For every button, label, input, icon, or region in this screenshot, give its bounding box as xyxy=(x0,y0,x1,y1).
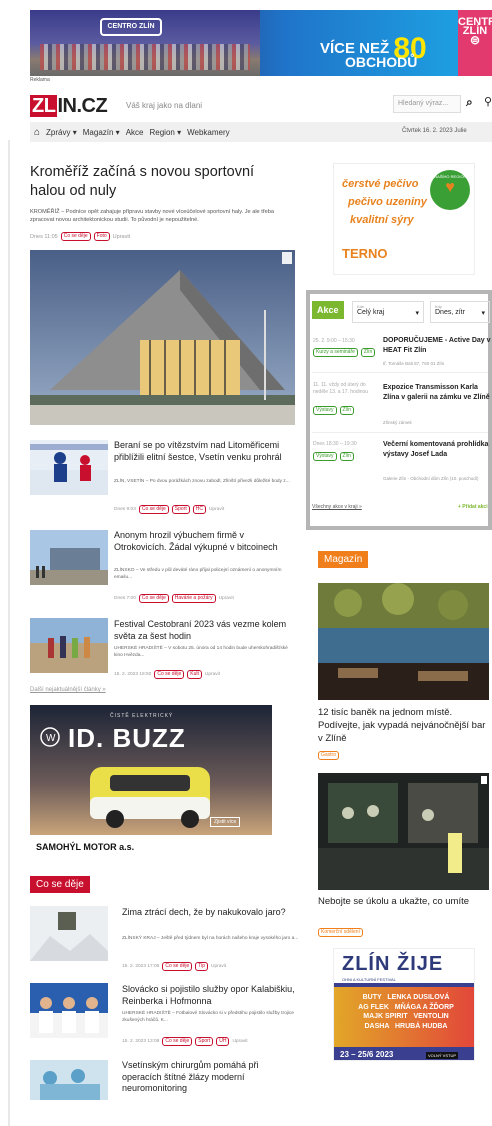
edit-link[interactable]: Upravit xyxy=(211,964,226,969)
article-perex: UHERSKÉ HRADIŠTĚ – Fotbalové Slovácko si… xyxy=(122,1011,294,1023)
dealer-name: SAMOHÝL MOTOR a.s. xyxy=(36,842,135,852)
article-title[interactable]: Beraní se po vítězstvím nad Litoměřicemi… xyxy=(114,440,294,463)
ad-label: Reklama xyxy=(30,77,50,83)
article-perex: ZLÍNSKO – Ve středu v půl deváté ráno př… xyxy=(114,568,282,580)
nav-akce[interactable]: Akce xyxy=(126,128,144,137)
event-tags: Výstavy Zlín xyxy=(313,406,354,415)
article-title[interactable]: Vsetínským chirurgům pomáhá při operacíc… xyxy=(122,1060,292,1095)
event-title[interactable]: Večerní komentovaná prohlídka výstavy Jo… xyxy=(383,440,491,460)
article-image-surgery[interactable] xyxy=(30,1060,108,1100)
nav-region[interactable]: Region ▾ xyxy=(149,128,181,137)
article-meta: Dnes 7:00 Co se děje Havárie a požáry Uprav… xyxy=(114,594,234,603)
main-article-title[interactable]: Kroměříž začíná s novou sportovní halou … xyxy=(30,163,292,201)
centro-zlin-badge: CENTROZLÍN⊜ xyxy=(458,10,492,76)
article-title[interactable]: Slovácko si pojistilo služby opor Kalabi… xyxy=(122,984,302,1007)
festival-label: VOLNÝ VSTUP xyxy=(426,1052,459,1059)
section-heading-co-se-deje[interactable]: Co se děje xyxy=(30,876,90,893)
divider xyxy=(312,372,488,373)
search-input[interactable]: Hledaný výraz... xyxy=(393,95,461,113)
magazin-tag[interactable]: Komerční sdělení xyxy=(318,928,363,937)
event-time: Dnes 18:30 – 19:30 xyxy=(313,441,357,447)
event-place: Zlínský zámek xyxy=(383,420,412,425)
main-article-image[interactable] xyxy=(30,250,295,425)
ad-top-line: ČISTĚ ELEKTRICKÝ xyxy=(110,713,174,719)
add-event-link[interactable]: + Přidat akci xyxy=(458,504,488,510)
ad-line: pečivo uzeniny xyxy=(348,196,427,208)
article-meta: 15. 2. 2023 17:06 Co se děje Tip Upravit xyxy=(122,962,227,971)
article-perex: ZLÍNSKÝ KRAJ – Ještě před týdnem byl na … xyxy=(122,936,299,941)
article-meta: 15. 2. 2023 13:08 Co se děje Sport UH Upravi… xyxy=(122,1037,248,1046)
ad-cta-button[interactable]: Zjistit více xyxy=(210,817,241,827)
article-meta: 15. 2. 2023 18:50 Co se děje Kult Upravit xyxy=(114,670,221,679)
article-title[interactable]: Zima ztrácí dech, že by nakukovalo jaro? xyxy=(122,907,302,919)
filter-kde-select[interactable]: Kde Celý kraj ▾ xyxy=(352,301,424,323)
site-tagline: Váš kraj jako na dlani xyxy=(126,101,203,110)
event-tags: Výstavy Zlín xyxy=(313,452,354,461)
magazin-tag[interactable]: Gastro xyxy=(318,751,340,760)
zlin-zije-festival-ad[interactable]: ZLÍN ŽIJE OHNI A KULTURNÍ FESTIVAL BUTY … xyxy=(333,948,475,1061)
edit-link[interactable]: Upravit xyxy=(232,1039,247,1044)
event-place: tř. Tomáše Bati 87, 760 01 Zlín xyxy=(383,361,445,366)
more-articles-link[interactable]: Další nejaktuálnější články » xyxy=(30,687,106,693)
nav-zpravy[interactable]: Zprávy ▾ xyxy=(46,128,77,137)
vw-id-buzz-ad[interactable]: W ČISTĚ ELEKTRICKÝ ID. BUZZ Zjistit více… xyxy=(30,705,272,857)
edit-link[interactable]: Upravit xyxy=(219,596,234,601)
article-perex: ZLÍN, VSETÍN – Po dvou porážkách znovu z… xyxy=(114,479,290,484)
event-title[interactable]: DOPORUČUJEME - Active Day v HEAT Fit Zlí… xyxy=(383,336,491,356)
edit-link[interactable]: Upravit xyxy=(209,507,224,512)
svg-text:W: W xyxy=(46,733,56,744)
article-meta: Dnes 9:03 Co se děje Sport HC Upravit xyxy=(114,505,225,514)
ad-model: ID. BUZZ xyxy=(68,723,186,753)
article-title[interactable]: Festival Cestobraní 2023 vás vezme kolem… xyxy=(114,619,294,642)
banner-subline: OBCHODŮ xyxy=(345,54,418,70)
user-icon[interactable]: ⚲ xyxy=(484,95,492,108)
festival-dates: 23 – 25/6 2023 xyxy=(340,1050,394,1059)
akce-button[interactable]: Akce xyxy=(312,301,344,319)
article-image-winter[interactable] xyxy=(30,906,108,961)
article-perex: UHERSKÉ HRADIŠTĚ – V sobotu 25. února od… xyxy=(114,646,288,658)
centro-zlin-logo: CENTRO ZLÍN xyxy=(100,18,162,36)
ad-line: kvalitní sýry xyxy=(350,214,414,226)
event-tags: Kurzy a semináře Zlín xyxy=(313,348,376,357)
edit-link[interactable]: Upravit xyxy=(205,672,220,677)
article-image-hockey[interactable] xyxy=(30,440,108,495)
centro-zlin-banner-ad[interactable]: CENTRO ZLÍN VÍCE NEŽ 80 OBCHODŮ CENTROZL… xyxy=(30,10,492,76)
article-title[interactable]: Anonym hrozil výbuchem firmě v Otrokovic… xyxy=(114,530,294,553)
nav-magazin[interactable]: Magazín ▾ xyxy=(83,128,120,137)
tag-co-se-deje[interactable]: Co se děje xyxy=(60,232,91,241)
festival-title: ZLÍN ŽIJE xyxy=(342,953,444,975)
festival-subtitle: OHNI A KULTURNÍ FESTIVAL xyxy=(342,977,396,982)
page-left-border xyxy=(8,140,10,1126)
region-seal: Z NAŠÍHO REGIONU ♥ xyxy=(430,170,470,210)
home-icon[interactable]: ⌂ xyxy=(34,127,40,138)
article-image-football[interactable] xyxy=(30,983,108,1038)
article-image-building[interactable] xyxy=(30,530,108,585)
tag-foto[interactable]: Foto xyxy=(93,232,110,241)
all-events-link[interactable]: Všechny akce v kraji » xyxy=(312,504,362,510)
main-article-perex: KROMĚŘÍŽ – Podníce opět zahajuje příprav… xyxy=(30,209,274,223)
event-place: Galerie Zlín - Obchodní dům Zlín (10. po… xyxy=(383,476,479,481)
festival-lineup: BUTY LENKA DUSILOVÁ AG FLEK MŇÁGA A ŽĎOR… xyxy=(358,994,454,1030)
event-time: 11. 11. vždy od úterý do neděle 13. a 17… xyxy=(313,382,369,395)
divider xyxy=(312,432,488,433)
site-logo[interactable]: ZL IN.CZ xyxy=(30,95,108,118)
search-icon[interactable]: ⌕ xyxy=(466,95,473,110)
terno-logo: TERNO xyxy=(342,246,388,261)
section-heading-magazin[interactable]: Magazín xyxy=(318,551,369,568)
nav-webkamery[interactable]: Webkamery xyxy=(187,128,230,137)
event-time: 25. 2. 9:00 – 15:30 xyxy=(313,338,355,344)
ad-line: čerstvé pečivo xyxy=(342,178,419,190)
magazin-article-title[interactable]: Nebojte se úkolu a ukažte, co umíte xyxy=(318,895,490,908)
magazin-article-title[interactable]: 12 tisíc baněk na jednom místě. Podívejt… xyxy=(318,706,490,745)
terno-ad[interactable]: čerstvé pečivo pečivo uzeniny kvalitní s… xyxy=(333,163,475,275)
article-image-festival[interactable] xyxy=(30,618,108,673)
filter-kdy-select[interactable]: Kdy Dnes, zítr ▾ xyxy=(430,301,490,323)
magazin-image-escape-room[interactable] xyxy=(318,773,489,890)
edit-link[interactable]: Upravit xyxy=(113,234,130,240)
main-article-meta: Dnes 11:05 Co se děje Foto Upravit xyxy=(30,232,131,241)
magazin-image-bar[interactable] xyxy=(318,583,489,700)
event-title[interactable]: Expozice Transmisson Karla Zlína v galer… xyxy=(383,383,491,403)
current-date: Čtvrtek 16. 2. 2023 Julie xyxy=(402,128,467,134)
